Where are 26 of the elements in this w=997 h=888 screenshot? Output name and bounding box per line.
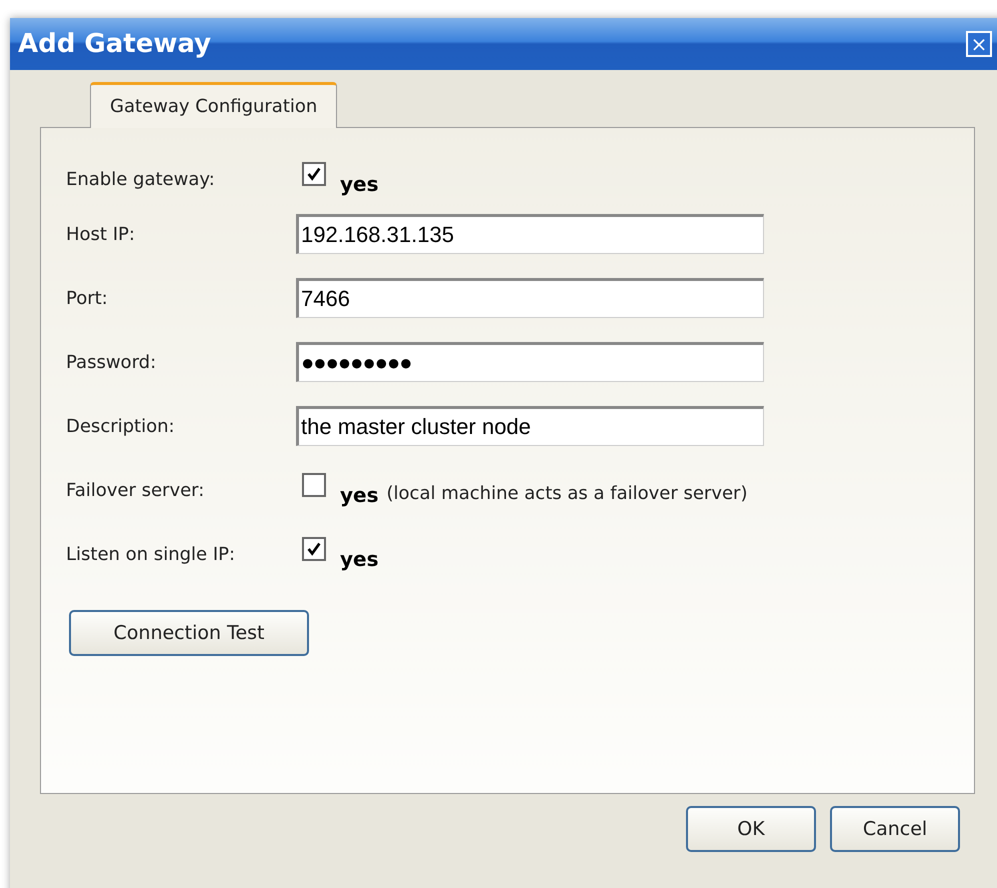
input-field[interactable]: 192.168.31.135 <box>296 214 764 254</box>
field-label: Listen on single IP: <box>66 544 236 564</box>
field-label: Port: <box>66 288 109 308</box>
window-title: Add Gateway <box>18 29 212 59</box>
input-field[interactable]: the master cluster node <box>296 406 764 446</box>
field-label: Enable gateway: <box>66 168 216 190</box>
input-field[interactable]: 7466 <box>296 278 764 318</box>
field-label: Host IP: <box>66 224 136 244</box>
close-button[interactable]: × <box>966 31 992 57</box>
password-field[interactable]: ●●●●●●●●● <box>296 342 764 382</box>
checked-checkbox[interactable] <box>302 162 326 186</box>
tab[interactable]: Gateway Configuration <box>90 82 338 128</box>
field-label: Password: <box>66 352 158 372</box>
check-icon <box>305 540 323 558</box>
dialog-button[interactable]: Cancel <box>830 806 960 852</box>
checkbox[interactable] <box>302 473 326 497</box>
option-label: yes <box>340 483 379 507</box>
option-label: yes <box>340 172 379 196</box>
option-label: yes <box>340 547 379 571</box>
checked-checkbox[interactable] <box>302 537 326 561</box>
dialog-button[interactable]: OK <box>686 806 816 852</box>
connection-test-button[interactable]: Connection Test <box>69 610 309 656</box>
field-label: Description: <box>66 416 176 436</box>
check-icon <box>305 165 323 183</box>
field-label: Failover server: <box>66 480 206 500</box>
option-note: (local machine acts as a failover server) <box>386 483 748 504</box>
